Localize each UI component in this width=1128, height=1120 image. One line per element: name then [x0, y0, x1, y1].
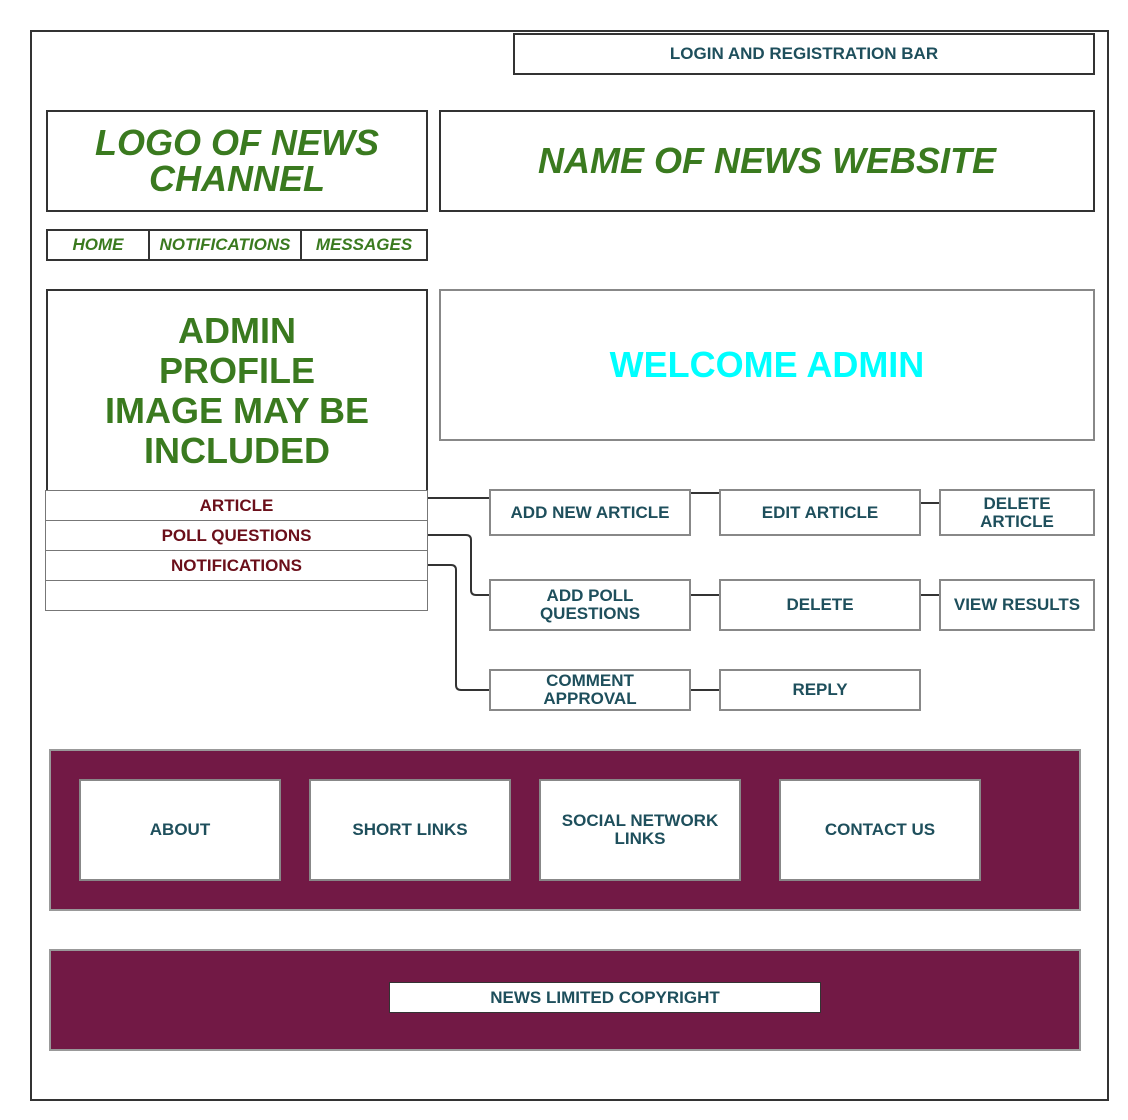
- menu-item-article[interactable]: ARTICLE: [45, 490, 428, 521]
- edit-article-button[interactable]: EDIT ARTICLE: [719, 489, 921, 536]
- menu-notifications-label: NOTIFICATIONS: [171, 555, 302, 575]
- social-network-links[interactable]: SOCIAL NETWORK LINKS: [539, 779, 741, 881]
- short-links[interactable]: SHORT LINKS: [309, 779, 511, 881]
- view-results-label: VIEW RESULTS: [953, 595, 1081, 614]
- about-label: ABOUT: [149, 820, 211, 839]
- comment-approval-button[interactable]: COMMENT APPROVAL: [489, 669, 691, 711]
- add-new-article-button[interactable]: ADD NEW ARTICLE: [489, 489, 691, 536]
- welcome-label: WELCOME ADMIN: [609, 344, 925, 385]
- logo[interactable]: LOGO OF NEWS CHANNEL: [46, 110, 428, 212]
- menu-item-notifications[interactable]: NOTIFICATIONS: [45, 550, 428, 581]
- view-results-button[interactable]: VIEW RESULTS: [939, 579, 1095, 631]
- nav-bar: HOME NOTIFICATIONS MESSAGES: [46, 229, 428, 261]
- add-poll-questions-label: ADD POLL QUESTIONS: [539, 586, 641, 623]
- reply-label: REPLY: [792, 680, 848, 699]
- copyright-label: NEWS LIMITED COPYRIGHT: [490, 987, 720, 1007]
- admin-profile-image: ADMIN PROFILE IMAGE MAY BE INCLUDED: [46, 289, 428, 492]
- menu-poll-label: POLL QUESTIONS: [161, 525, 312, 545]
- about-link[interactable]: ABOUT: [79, 779, 281, 881]
- login-registration-bar[interactable]: LOGIN AND REGISTRATION BAR: [513, 33, 1095, 75]
- delete-article-label: DELETE ARTICLE: [980, 493, 1054, 531]
- menu-item-poll-questions[interactable]: POLL QUESTIONS: [45, 520, 428, 551]
- edit-article-label: EDIT ARTICLE: [761, 502, 879, 522]
- menu-article-label: ARTICLE: [199, 495, 274, 515]
- nav-home[interactable]: HOME: [48, 231, 150, 259]
- short-links-label: SHORT LINKS: [352, 820, 468, 839]
- nav-notifications-label: NOTIFICATIONS: [159, 235, 291, 254]
- logo-label: LOGO OF NEWS CHANNEL: [95, 122, 379, 199]
- nav-notifications[interactable]: NOTIFICATIONS: [150, 231, 302, 259]
- delete-article-button[interactable]: DELETE ARTICLE: [939, 489, 1095, 536]
- nav-messages-label: MESSAGES: [315, 235, 413, 254]
- contact-us-label: CONTACT US: [824, 820, 936, 839]
- delete-poll-button[interactable]: DELETE: [719, 579, 921, 631]
- comment-approval-label: COMMENT APPROVAL: [543, 671, 637, 708]
- nav-messages[interactable]: MESSAGES: [302, 231, 426, 259]
- nav-home-label: HOME: [72, 235, 124, 254]
- contact-us-link[interactable]: CONTACT US: [779, 779, 981, 881]
- profile-image-label: ADMIN PROFILE IMAGE MAY BE INCLUDED: [104, 309, 370, 471]
- reply-button[interactable]: REPLY: [719, 669, 921, 711]
- welcome-panel: WELCOME ADMIN: [439, 289, 1095, 441]
- menu-item-empty[interactable]: [45, 580, 428, 611]
- copyright: NEWS LIMITED COPYRIGHT: [389, 982, 821, 1013]
- social-network-links-label: SOCIAL NETWORK LINKS: [561, 811, 719, 848]
- connector-notifications: [428, 564, 490, 691]
- site-name-label: NAME OF NEWS WEBSITE: [538, 140, 996, 181]
- login-bar-label: LOGIN AND REGISTRATION BAR: [669, 44, 939, 63]
- site-name: NAME OF NEWS WEBSITE: [439, 110, 1095, 212]
- add-poll-questions-button[interactable]: ADD POLL QUESTIONS: [489, 579, 691, 631]
- delete-poll-label: DELETE: [786, 595, 854, 614]
- add-new-article-label: ADD NEW ARTICLE: [510, 502, 670, 522]
